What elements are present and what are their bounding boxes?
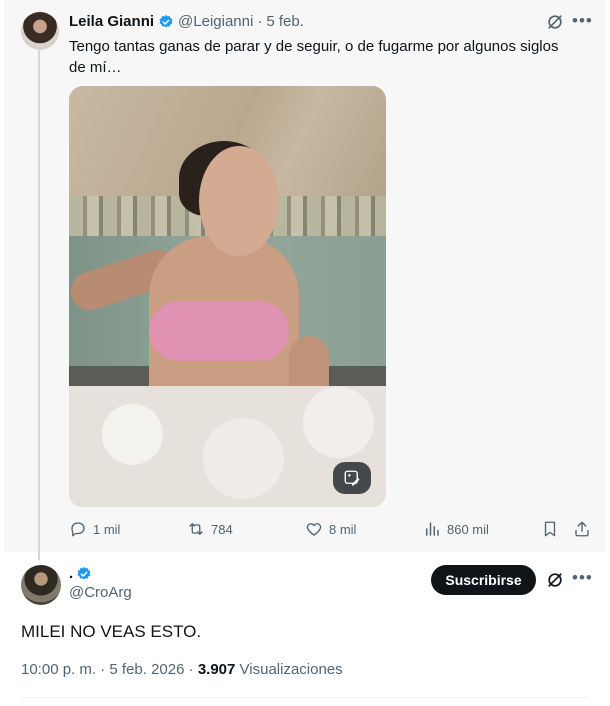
main-author-name[interactable]: .: [69, 565, 73, 582]
more-icon[interactable]: •••: [572, 11, 593, 31]
edit-image-icon: [344, 470, 360, 486]
repost-button[interactable]: 784: [187, 520, 233, 538]
photo-swimsuit: [149, 301, 289, 361]
verified-badge-icon: [159, 14, 173, 28]
main-post-text: MILEI NO VEAS ESTO.: [21, 622, 202, 641]
post-metadata: 10:00 p. m. · 5 feb. 2026 · 3.907 Visual…: [21, 661, 343, 678]
views-button[interactable]: 860 mil: [423, 520, 489, 538]
quoted-post-text: Tengo tantas ganas de parar y de seguir,…: [69, 38, 559, 76]
meta-separator: ·: [188, 661, 194, 678]
main-author-handle[interactable]: @CroArg: [69, 584, 132, 601]
share-button[interactable]: [573, 520, 591, 538]
reply-icon: [71, 522, 85, 537]
views-label: Visualizaciones: [239, 661, 343, 678]
main-author-avatar[interactable]: [21, 565, 61, 605]
reply-count: 1 mil: [93, 521, 121, 537]
views-icon: [426, 522, 439, 536]
divider: [21, 697, 589, 698]
meta-separator: ·: [100, 661, 106, 678]
post-date[interactable]: 5 feb. 2026: [109, 661, 184, 678]
share-icon: [575, 521, 589, 537]
reply-button[interactable]: 1 mil: [69, 520, 120, 538]
bookmark-button[interactable]: [541, 520, 559, 538]
post-time[interactable]: 10:00 p. m.: [21, 661, 96, 678]
quoted-post-header: Leila Gianni @Leigianni · 5 feb.: [69, 13, 304, 30]
quoted-author-handle[interactable]: @Leigianni: [178, 13, 253, 30]
subscribe-button[interactable]: Suscribirse: [431, 565, 536, 595]
views-count: 3.907: [197, 661, 236, 678]
thread-line: [38, 50, 40, 560]
grok-icon[interactable]: [545, 12, 565, 32]
like-count: 8 mil: [329, 521, 357, 537]
repost-count: 784: [211, 521, 233, 537]
quoted-author-name[interactable]: Leila Gianni: [69, 13, 154, 30]
main-post-header: . @CroArg: [69, 565, 132, 601]
like-button[interactable]: 8 mil: [305, 520, 356, 538]
quoted-post-actions: 1 mil 784 8 mil 860 mil: [69, 520, 594, 542]
more-icon[interactable]: •••: [572, 568, 593, 588]
quoted-author-avatar[interactable]: [21, 12, 59, 50]
like-icon: [306, 523, 322, 536]
bookmark-icon: [544, 521, 556, 537]
post-photo[interactable]: [69, 86, 386, 507]
edit-image-button[interactable]: [333, 462, 371, 494]
quoted-post-date[interactable]: 5 feb.: [266, 13, 304, 30]
views-count-quoted: 860 mil: [447, 521, 489, 537]
header-separator: ·: [257, 13, 263, 30]
verified-badge-icon: [77, 566, 91, 580]
grok-icon[interactable]: [545, 570, 565, 590]
photo-face: [199, 146, 279, 256]
repost-icon: [189, 523, 203, 535]
